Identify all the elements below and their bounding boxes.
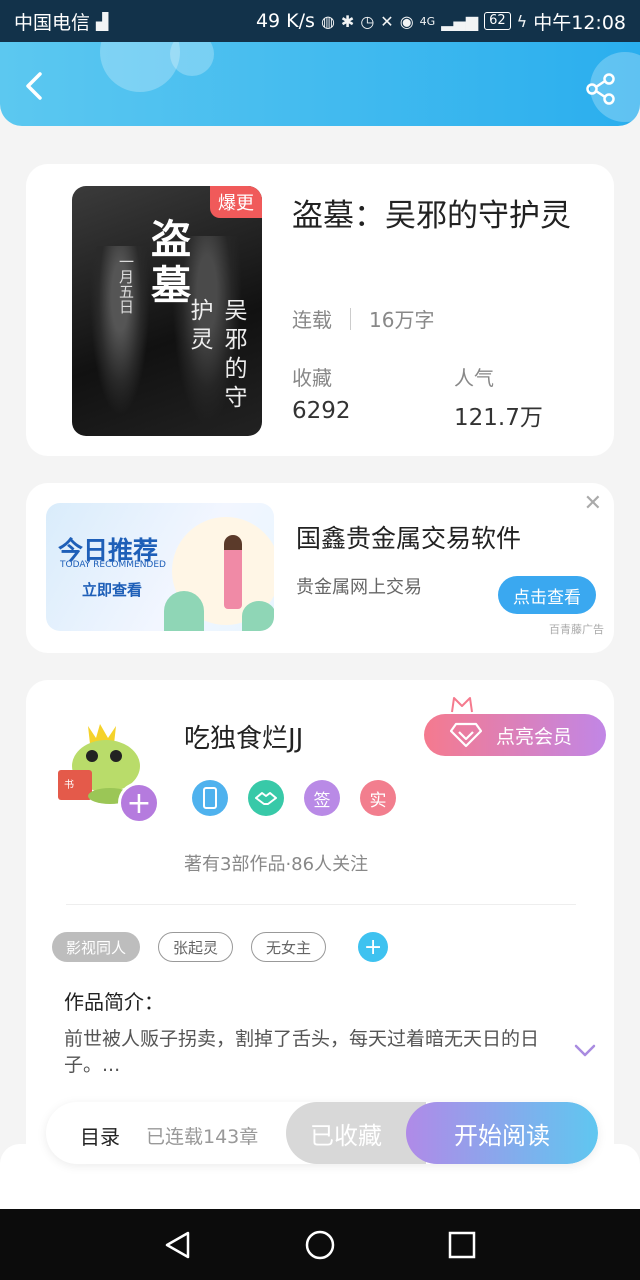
back-triangle-icon[interactable]: [162, 1229, 194, 1261]
ad-source-label: 百青藤广告: [549, 623, 604, 636]
add-tag-button[interactable]: +: [358, 932, 389, 962]
start-reading-button[interactable]: 开始阅读: [406, 1102, 598, 1164]
share-icon[interactable]: [584, 72, 618, 106]
book-cover[interactable]: 一月五日 盗墓 吴邪的守护灵 爆更: [72, 186, 262, 436]
chevron-down-icon[interactable]: [574, 1044, 596, 1058]
status-bar: 中国电信 ▟ 49 K/s ◍ ✱ ◷ ✕ ◉ 4G ▂▄▆ 62 ϟ 中午12…: [0, 0, 640, 42]
diamond-icon: [450, 722, 482, 748]
author-badges: 签 实: [192, 780, 396, 816]
svg-text:书: 书: [64, 779, 74, 791]
eye-icon: ◉: [399, 11, 414, 31]
home-circle-icon[interactable]: [304, 1229, 336, 1261]
word-count: 16万字: [369, 308, 435, 332]
ad-image-cta: 立即查看: [82, 581, 143, 599]
chapter-count: 已连载143章: [146, 1126, 259, 1148]
cover-title: 盗墓: [144, 218, 191, 310]
crown-icon: [451, 697, 473, 713]
decor-bubble: [170, 42, 214, 76]
follow-plus-button[interactable]: +: [118, 782, 160, 824]
popularity-label: 人气: [454, 366, 494, 390]
phone-icon[interactable]: [192, 780, 228, 816]
activity-icon: ▟: [96, 11, 109, 31]
top-header: [0, 42, 640, 126]
recent-square-icon[interactable]: [446, 1229, 478, 1261]
intro-text[interactable]: 前世被人贩子拐卖，割掉了舌头，每天过着暗无天日的日子。...: [64, 1026, 554, 1078]
decor-bubble: [100, 42, 180, 92]
ad-subtitle: 贵金属网上交易: [296, 577, 422, 598]
ad-image-subtitle: TODAY RECOMMENDED: [60, 560, 166, 570]
network-speed: 49 K/s: [255, 10, 315, 32]
serial-status: 连载: [292, 308, 332, 332]
ad-image-tree: [242, 601, 274, 631]
popularity-value: 121.7万: [454, 405, 543, 431]
ad-card[interactable]: 今日推荐 TODAY RECOMMENDED 立即查看 国鑫贵金属交易软件 贵金…: [26, 483, 614, 653]
sign-badge[interactable]: 签: [304, 780, 340, 816]
carrier-name: 中国电信: [14, 11, 91, 34]
cover-subtitle: 吴邪的守护灵: [186, 298, 246, 414]
ad-image[interactable]: 今日推荐 TODAY RECOMMENDED 立即查看: [46, 503, 274, 631]
handshake-icon[interactable]: [248, 780, 284, 816]
ad-image-figure: [224, 535, 242, 609]
reading-action-bar: 目录 已连载143章 已收藏 开始阅读: [46, 1102, 598, 1164]
close-icon[interactable]: ✕: [584, 491, 602, 516]
signal-icon: 4G: [419, 14, 436, 28]
ad-title: 国鑫贵金属交易软件: [296, 524, 522, 553]
ad-image-tree: [164, 591, 204, 631]
cover-date: 一月五日: [117, 254, 135, 314]
clock: 中午12:08: [533, 11, 626, 34]
toc-button[interactable]: 目录: [80, 1121, 120, 1150]
tag-item[interactable]: 张起灵: [158, 932, 234, 962]
battery-indicator: 62: [484, 12, 511, 30]
charging-icon: ϟ: [516, 11, 528, 31]
hot-update-badge: 爆更: [210, 186, 262, 218]
alarm-icon: ◷: [360, 11, 375, 31]
author-name: 吃独食烂JJ: [184, 724, 304, 754]
ad-view-button[interactable]: 点击查看: [498, 576, 596, 614]
verified-badge[interactable]: 实: [360, 780, 396, 816]
favorites-value: 6292: [292, 398, 351, 424]
meta-divider: [350, 307, 351, 330]
book-info-card: 一月五日 盗墓 吴邪的守护灵 爆更 盗墓：吴邪的守护灵 连载 16万字 收藏 6…: [26, 164, 614, 456]
author-stats: 著有3部作品·86人关注: [184, 854, 369, 875]
book-title: 盗墓：吴邪的守护灵: [292, 198, 571, 234]
tag-item[interactable]: 影视同人: [52, 932, 141, 962]
tag-item[interactable]: 无女主: [251, 932, 327, 962]
chevron-left-icon[interactable]: [18, 68, 54, 104]
favorites-label: 收藏: [292, 366, 332, 390]
system-nav-bar: [0, 1209, 640, 1280]
intro-label: 作品简介：: [64, 990, 164, 1014]
bluetooth-icon: ✱: [340, 11, 355, 31]
hd-icon: ◍: [320, 11, 335, 31]
no-call-icon: ✕: [380, 11, 394, 31]
signal-bars-icon: ▂▄▆: [441, 11, 479, 31]
book-meta: 连载 16万字: [292, 304, 434, 333]
tag-list: 影视同人 张起灵 无女主 +: [52, 932, 389, 962]
divider: [66, 904, 576, 905]
favorited-button[interactable]: 已收藏: [286, 1102, 426, 1164]
